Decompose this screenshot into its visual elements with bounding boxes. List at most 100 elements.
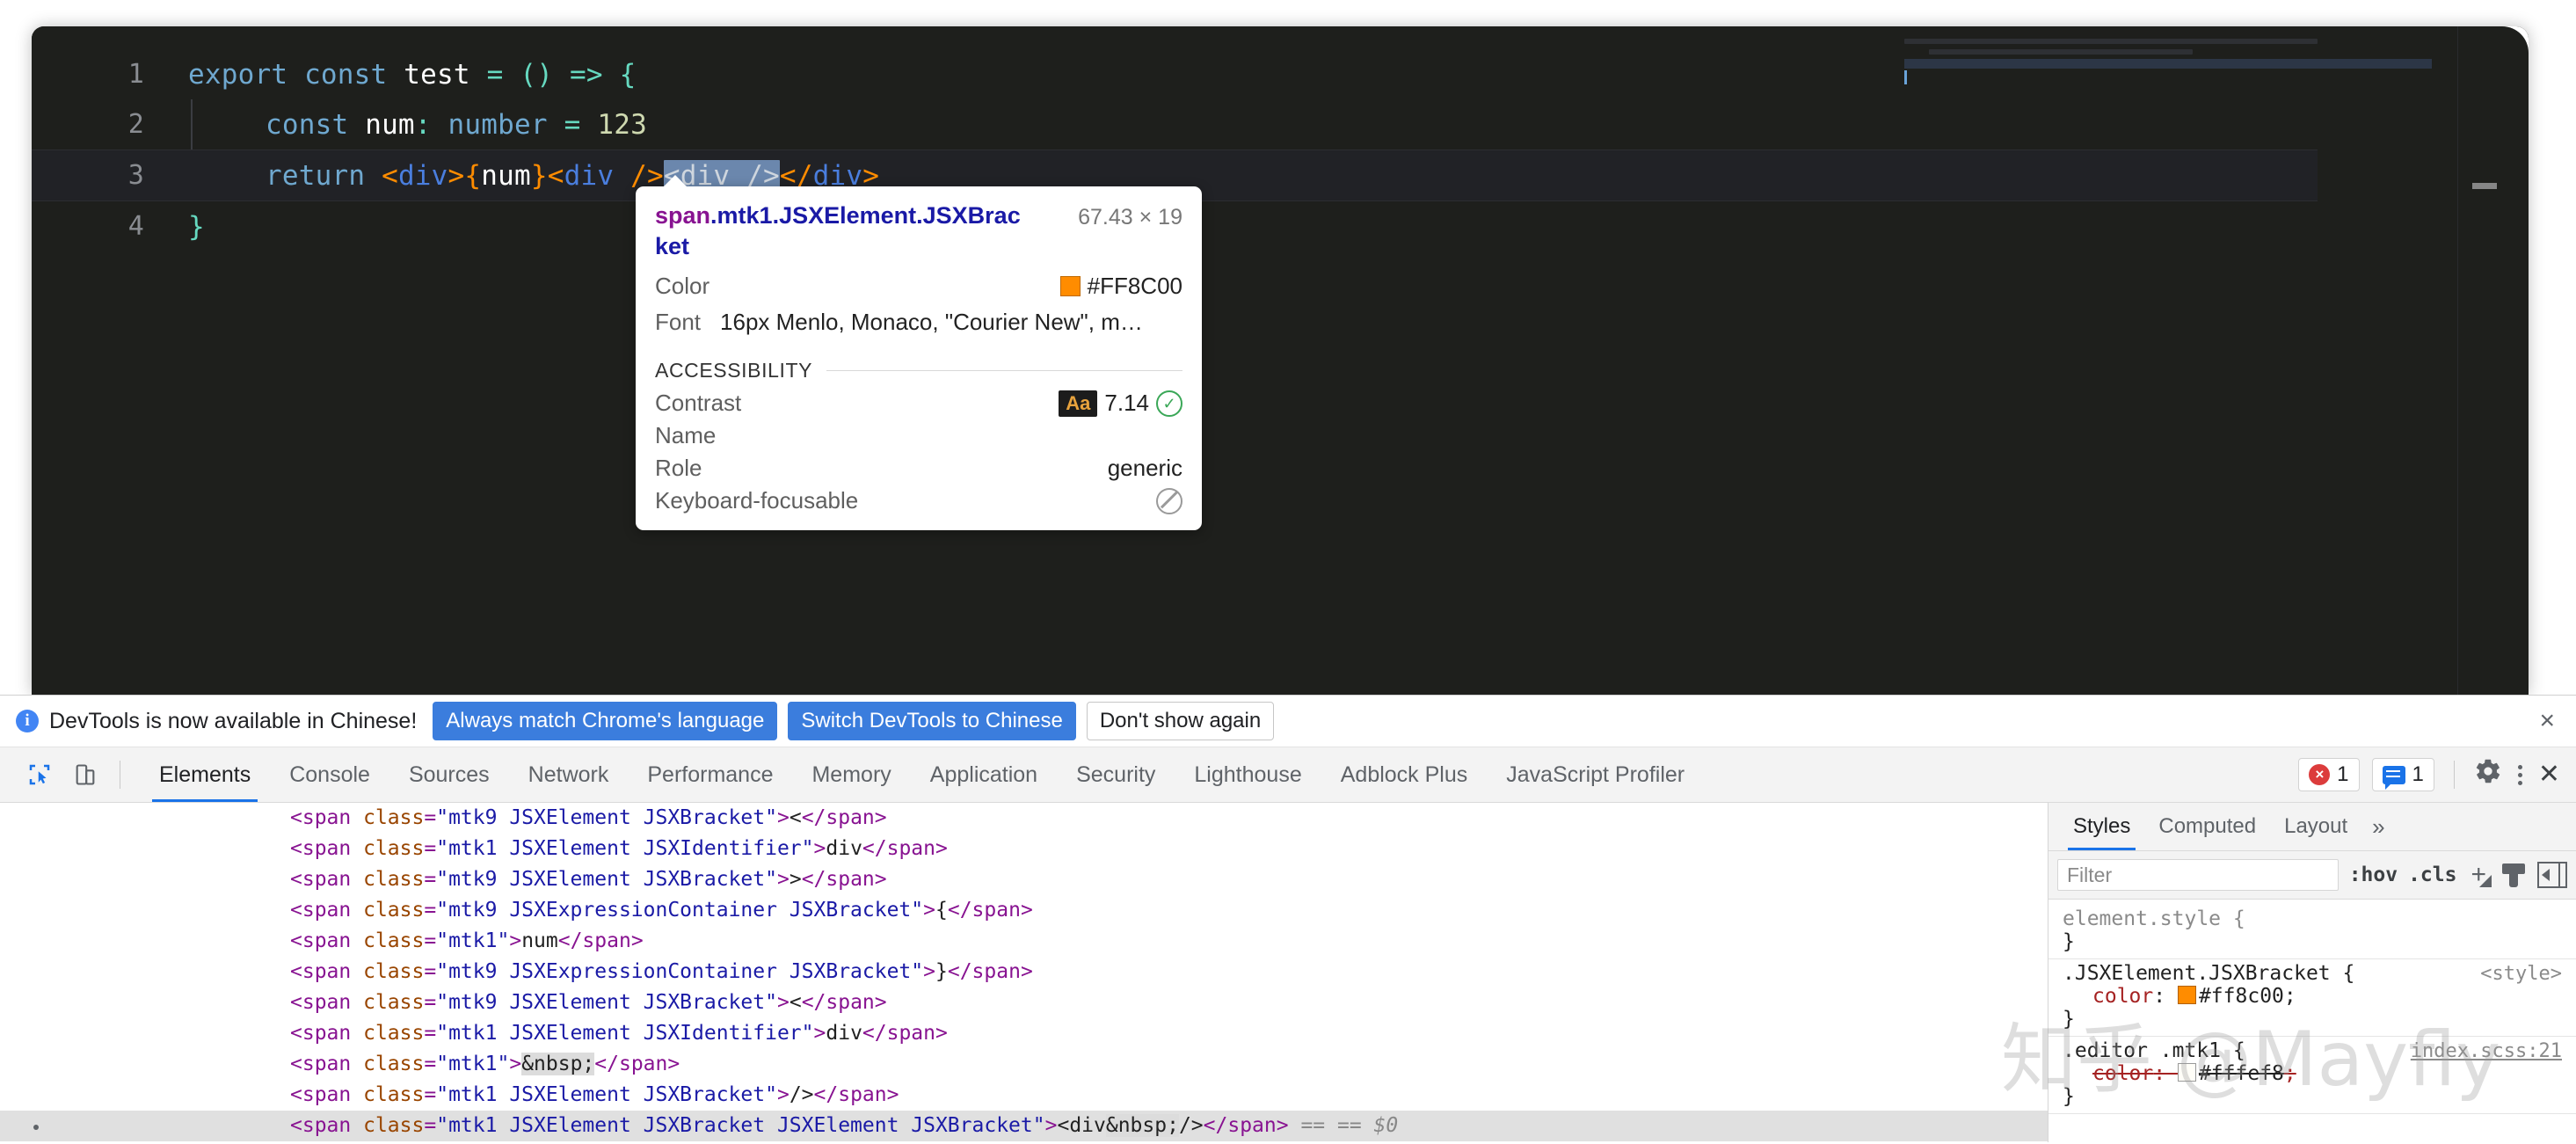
- close-devtools-icon[interactable]: ✕: [2538, 761, 2560, 788]
- token-parens: (): [520, 58, 554, 91]
- tab-sources[interactable]: Sources: [389, 747, 509, 802]
- line-number: 2: [127, 109, 144, 140]
- info-icon: i: [16, 710, 39, 732]
- dom-row-text: div: [826, 837, 862, 860]
- dom-tree-row[interactable]: <span class="mtk9 JSXElement JSXBracket"…: [0, 803, 2048, 834]
- code-content: }: [188, 211, 205, 243]
- tab-elements[interactable]: Elements: [140, 747, 270, 802]
- tab-javascript-profiler[interactable]: JavaScript Profiler: [1487, 747, 1704, 802]
- contrast-ratio: 7.14: [1104, 390, 1149, 417]
- tab-styles[interactable]: Styles: [2061, 803, 2143, 850]
- tab-adblock-plus[interactable]: Adblock Plus: [1321, 747, 1488, 802]
- dont-show-again-button[interactable]: Don't show again: [1086, 702, 1275, 740]
- tab-network[interactable]: Network: [509, 747, 629, 802]
- tab-console[interactable]: Console: [270, 747, 389, 802]
- tab-memory[interactable]: Memory: [792, 747, 910, 802]
- tab-label: Application: [929, 761, 1038, 787]
- rule-source-link[interactable]: index.scss:21: [2411, 1040, 2562, 1062]
- not-allowed-icon: [1156, 487, 1182, 514]
- token-equals: =: [486, 58, 504, 91]
- editor-scrollbar[interactable]: [2472, 183, 2497, 189]
- always-match-language-button[interactable]: Always match Chrome's language: [433, 702, 778, 740]
- dom-tree-row[interactable]: <span class="mtk9 JSXExpressionContainer…: [0, 895, 2048, 926]
- computed-sidebar-toggle-icon[interactable]: [2537, 862, 2567, 888]
- style-rule-editor-mtk1[interactable]: .editor .mtk1 { index.scss:21 color: #ff…: [2048, 1037, 2576, 1114]
- dom-tree-row[interactable]: <span class="mtk1 JSXElement JSXIdentifi…: [0, 834, 2048, 864]
- style-rule-jsx-bracket[interactable]: .JSXElement.JSXBracket { <style> color: …: [2048, 959, 2576, 1037]
- color-swatch-icon[interactable]: [2177, 986, 2196, 1004]
- code-line-1[interactable]: 1 export const test = () => {: [32, 49, 2318, 99]
- rule-selector-row: element.style {: [2063, 907, 2562, 930]
- device-toolbar-icon[interactable]: [67, 756, 104, 793]
- tab-application[interactable]: Application: [911, 747, 1057, 802]
- token-export: export: [188, 58, 288, 91]
- dom-tree-row-selected[interactable]: <span class="mtk1 JSXElement JSXBracket …: [0, 1111, 2048, 1141]
- rule-declaration[interactable]: color: #ff8c00;: [2063, 985, 2562, 1008]
- more-tabs-icon[interactable]: »: [2363, 813, 2393, 841]
- dom-tree-row[interactable]: <span class="mtk1">&nbsp;</span>: [0, 1049, 2048, 1080]
- devtools-panel: i DevTools is now available in Chinese! …: [0, 695, 2576, 1144]
- dom-row-text: num: [521, 929, 558, 952]
- style-rule-element-style[interactable]: element.style { }: [2048, 905, 2576, 959]
- tab-label: Adblock Plus: [1340, 761, 1468, 787]
- tooltip-name-row: Name: [655, 422, 1182, 449]
- element-inspector-tooltip: span.mtk1.JSXElement.JSXBracket 67.43 × …: [636, 175, 1202, 531]
- tab-label: Security: [1076, 761, 1156, 787]
- tab-label: Console: [289, 761, 370, 787]
- dom-row-text: />: [789, 1083, 814, 1106]
- tooltip-color-label: Color: [655, 273, 710, 300]
- tab-layout[interactable]: Layout: [2272, 803, 2360, 850]
- dom-tree-row[interactable]: <span class="mtk1 JSXElement JSXIdentifi…: [0, 1018, 2048, 1049]
- code-content: const num: number = 123: [266, 109, 647, 141]
- line-number: 1: [127, 59, 144, 90]
- token-open-brace: {: [619, 58, 637, 91]
- tab-label: Elements: [159, 761, 251, 787]
- paint-brush-icon[interactable]: [2500, 862, 2527, 888]
- tooltip-arrow: [663, 175, 688, 187]
- dom-tree-row[interactable]: <span class="mtk9 JSXExpressionContainer…: [0, 957, 2048, 987]
- inspect-element-icon[interactable]: [21, 756, 58, 793]
- code-line-2[interactable]: 2 const num: number = 123: [32, 99, 2318, 149]
- code-content: export const test = () => {: [188, 59, 636, 91]
- new-style-rule-icon[interactable]: +: [2467, 862, 2492, 888]
- switch-to-chinese-button[interactable]: Switch DevTools to Chinese: [788, 702, 1076, 740]
- styles-filter-input[interactable]: Filter: [2057, 859, 2339, 891]
- token-type-number: number: [448, 108, 548, 141]
- devtools-tabs: Elements Console Sources Network Perform…: [140, 747, 1704, 802]
- dom-tree-row[interactable]: <span class="mtk9 JSXElement JSXBracket"…: [0, 987, 2048, 1018]
- toggle-hover-state-button[interactable]: :hov: [2349, 863, 2398, 886]
- error-count: 1: [2337, 762, 2349, 786]
- tab-performance[interactable]: Performance: [628, 747, 792, 802]
- gear-icon-svg: [2476, 759, 2500, 783]
- code-editor[interactable]: 1 export const test = () => { 2 const nu…: [32, 26, 2529, 695]
- tab-computed[interactable]: Computed: [2146, 803, 2268, 850]
- token-const: const: [266, 108, 349, 141]
- contrast-value-wrap: Aa 7.14 ✓: [1059, 390, 1182, 417]
- more-options-icon[interactable]: [2514, 761, 2526, 789]
- dom-tree-row[interactable]: <span class="mtk1">num</span>: [0, 926, 2048, 957]
- dom-row-class: mtk9 JSXElement JSXBracket: [448, 868, 766, 891]
- rule-declaration-overridden[interactable]: color: #fffef8;: [2063, 1062, 2562, 1085]
- error-icon: ×: [2309, 764, 2331, 785]
- dom-row-class: mtk1 JSXElement JSXIdentifier: [448, 837, 802, 860]
- property-value: #fffef8: [2198, 1062, 2284, 1085]
- tab-lighthouse[interactable]: Lighthouse: [1175, 747, 1321, 802]
- dom-tree-pane[interactable]: <span class="mtk9 JSXElement JSXBracket"…: [0, 803, 2048, 1142]
- toggle-class-button[interactable]: .cls: [2408, 863, 2456, 886]
- tooltip-font-row: Font 16px Menlo, Monaco, "Courier New", …: [655, 309, 1182, 336]
- property-name: color: [2092, 1062, 2154, 1085]
- token-test: test: [404, 58, 470, 91]
- property-name: color: [2092, 985, 2154, 1008]
- close-icon[interactable]: ×: [2539, 708, 2555, 734]
- color-swatch-icon[interactable]: [2177, 1063, 2196, 1082]
- page-corner: [2476, 26, 2529, 79]
- responsive-device-icon: [76, 764, 95, 785]
- message-count-badge[interactable]: 1: [2371, 758, 2434, 791]
- settings-gear-icon[interactable]: [2474, 757, 2502, 792]
- dom-tree-row[interactable]: <span class="mtk9 JSXElement JSXBracket"…: [0, 864, 2048, 895]
- error-count-badge[interactable]: × 1: [2298, 758, 2360, 791]
- dom-tree-row[interactable]: <span class="mtk1 JSXElement JSXBracket"…: [0, 1080, 2048, 1111]
- tab-security[interactable]: Security: [1057, 747, 1175, 802]
